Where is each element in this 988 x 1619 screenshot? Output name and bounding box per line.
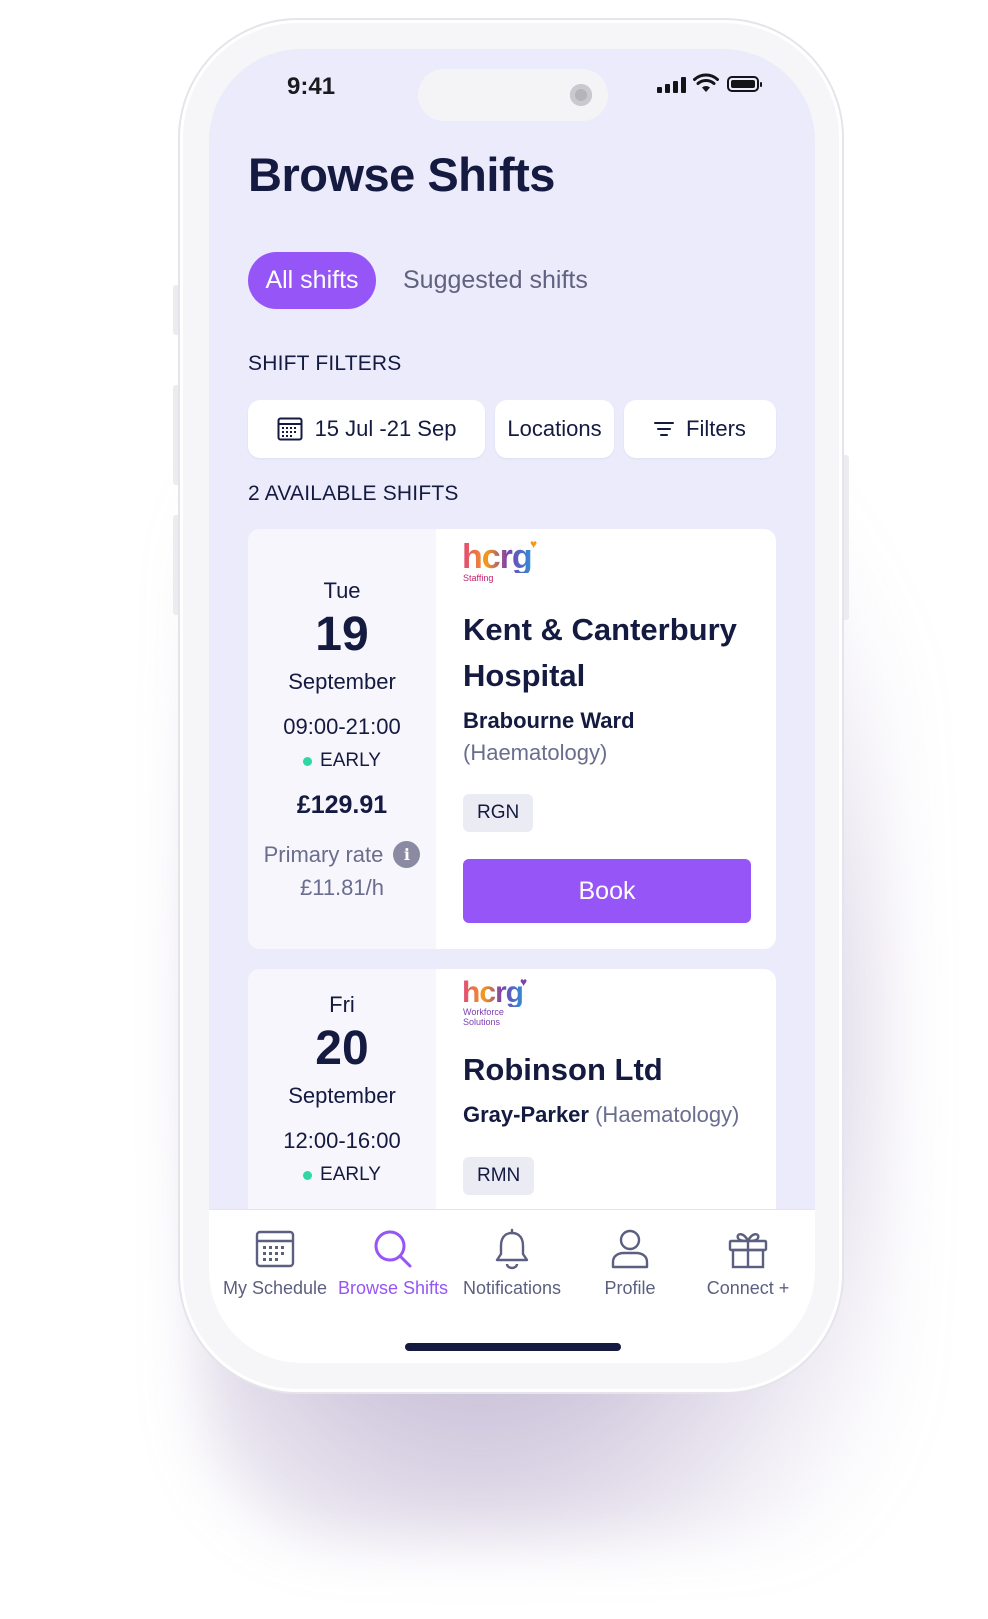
shift-type-dot-icon bbox=[303, 756, 313, 766]
shift-type-label: EARLY bbox=[320, 750, 381, 771]
tab-suggested-shifts[interactable]: Suggested shifts bbox=[403, 252, 588, 309]
shift-type: EARLY bbox=[248, 1164, 436, 1186]
department-name: (Haematology) bbox=[463, 740, 607, 766]
calendar-icon bbox=[255, 1230, 295, 1268]
nav-connect[interactable]: Connect + bbox=[688, 1228, 808, 1299]
nav-profile[interactable]: Profile bbox=[570, 1228, 690, 1299]
person-icon bbox=[611, 1229, 649, 1269]
filters-label: Filters bbox=[686, 416, 746, 441]
department-name: (Haematology) bbox=[595, 1102, 740, 1127]
agency-logo: hcrg Workforce Solutions ♥ bbox=[462, 975, 527, 1027]
primary-rate-label: Primary rate bbox=[263, 841, 384, 867]
shift-time: 12:00-16:00 bbox=[283, 1128, 401, 1153]
home-indicator[interactable] bbox=[405, 1343, 621, 1351]
book-button[interactable]: Book bbox=[463, 859, 751, 923]
hospital-name-line-1: Kent & Canterbury bbox=[463, 612, 737, 647]
nav-my-schedule[interactable]: My Schedule bbox=[215, 1228, 335, 1299]
dynamic-island bbox=[418, 69, 608, 121]
locations-filter-button[interactable]: Locations bbox=[495, 400, 614, 458]
app-screen: 9:41 Browse Shifts All shifts Suggested … bbox=[209, 49, 815, 1363]
page-title: Browse Shifts bbox=[248, 148, 555, 201]
nav-label: Connect + bbox=[706, 1278, 790, 1298]
nav-label: My Schedule bbox=[222, 1278, 328, 1298]
nav-browse-shifts[interactable]: Browse Shifts bbox=[333, 1228, 453, 1299]
agency-logo-subtitle-line-2: Solutions bbox=[463, 1017, 501, 1027]
shift-day-of-week: Fri bbox=[329, 992, 355, 1017]
shift-month: September bbox=[288, 669, 396, 694]
primary-rate-row: Primary rate i bbox=[248, 841, 436, 868]
shift-filters-label: SHIFT FILTERS bbox=[248, 352, 402, 375]
shift-date-panel: Tue 19 September 09:00-21:00 EARLY £129.… bbox=[248, 529, 436, 949]
ward-name: Brabourne Ward bbox=[463, 708, 635, 733]
status-time: 9:41 bbox=[287, 73, 336, 100]
info-icon[interactable]: i bbox=[393, 841, 421, 868]
available-shifts-count: 2 AVAILABLE SHIFTS bbox=[248, 482, 459, 505]
search-icon bbox=[374, 1230, 412, 1268]
phone-power-button bbox=[841, 455, 849, 620]
nav-label: Profile bbox=[604, 1278, 656, 1298]
shift-type-label: EARLY bbox=[320, 1164, 381, 1185]
filter-icon bbox=[654, 422, 675, 436]
department-label: (Haematology) bbox=[463, 740, 608, 765]
shift-type-dot-icon bbox=[303, 1170, 313, 1180]
hospital-name: Robinson Ltd bbox=[463, 1052, 663, 1087]
agency-logo-text: hcrg bbox=[462, 538, 533, 576]
role-badge: RMN bbox=[463, 1157, 535, 1195]
nav-label: Browse Shifts bbox=[337, 1278, 449, 1298]
wifi-icon bbox=[693, 73, 719, 92]
filters-button[interactable]: Filters bbox=[624, 400, 776, 458]
shift-day: 19 bbox=[315, 608, 369, 661]
heart-icon: ♥ bbox=[520, 975, 528, 989]
hospital-name: Kent & Canterbury Hospital bbox=[463, 607, 737, 699]
date-range-filter-button[interactable]: 15 Jul -21 Sep bbox=[248, 400, 485, 458]
ward-name: Gray-Parker bbox=[463, 1102, 589, 1127]
tab-all-shifts[interactable]: All shifts bbox=[248, 252, 376, 309]
bell-icon bbox=[495, 1228, 529, 1270]
shift-time: 09:00-21:00 bbox=[283, 714, 401, 739]
date-range-label: 15 Jul -21 Sep bbox=[314, 416, 457, 441]
cellular-signal-icon bbox=[657, 77, 687, 93]
heart-icon: ♥ bbox=[530, 537, 538, 551]
shift-day-of-week: Tue bbox=[323, 578, 361, 603]
shift-day: 20 bbox=[315, 1022, 369, 1075]
battery-icon bbox=[727, 76, 762, 92]
nav-label: Notifications bbox=[462, 1278, 562, 1298]
hospital-name-line-2: Hospital bbox=[463, 658, 586, 693]
agency-logo-text: hcrg bbox=[462, 976, 524, 1009]
shift-month: September bbox=[288, 1083, 396, 1108]
calendar-icon bbox=[277, 417, 303, 441]
locations-label: Locations bbox=[507, 416, 602, 441]
bottom-tab-bar: My Schedule Browse Shifts Notifications … bbox=[209, 1209, 815, 1363]
shift-card[interactable]: Tue 19 September 09:00-21:00 EARLY £129.… bbox=[248, 529, 776, 949]
role-badge: RGN bbox=[463, 794, 534, 832]
shift-type: EARLY bbox=[248, 750, 436, 772]
agency-logo: hcrg Staffing ♥ bbox=[462, 537, 537, 583]
camera-icon bbox=[570, 84, 592, 106]
gift-icon bbox=[728, 1233, 768, 1269]
primary-rate-value: £11.81/h bbox=[299, 875, 384, 900]
nav-notifications[interactable]: Notifications bbox=[452, 1228, 572, 1299]
ward-row: Gray-Parker (Haematology) bbox=[463, 1102, 739, 1128]
shift-price: £129.91 bbox=[296, 791, 388, 819]
